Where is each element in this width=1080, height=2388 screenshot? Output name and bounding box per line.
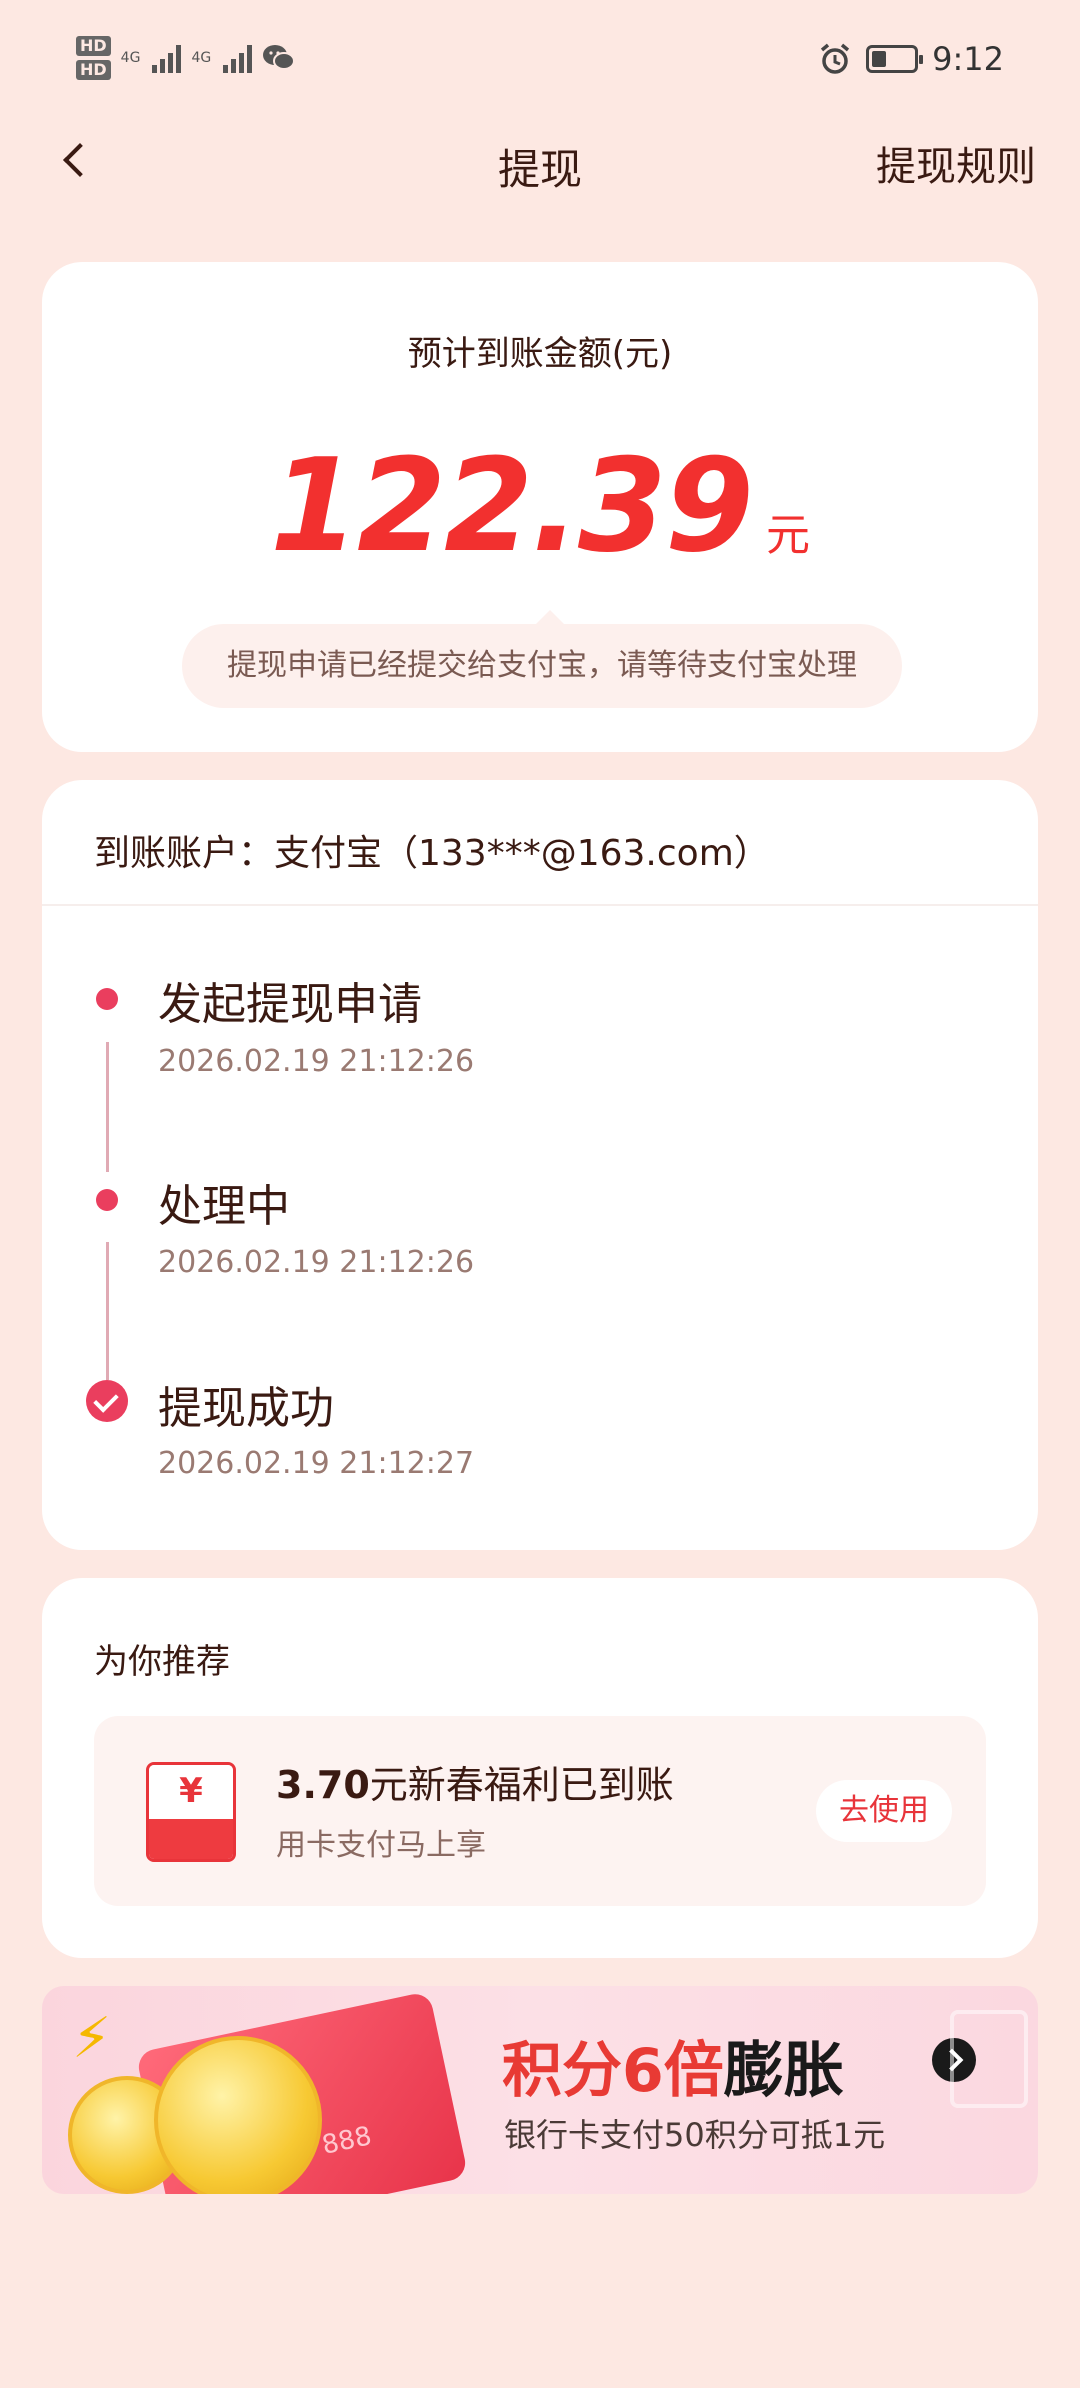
status-left: HD HD 4G 4G (76, 36, 296, 80)
amount-row: 122.39 元 (42, 432, 1038, 581)
recommend-item[interactable]: ¥ 3.70元新春福利已到账 用卡支付马上享 去使用 (94, 1716, 986, 1906)
amount-value: 122.39 (270, 432, 754, 581)
network-label-1: 4G (120, 50, 141, 66)
step-title: 处理中 (158, 1181, 290, 1232)
recommend-text: 3.70元新春福利已到账 (276, 1754, 674, 1809)
recommend-amount: 3.70 (276, 1763, 370, 1807)
recommend-title: 为你推荐 (94, 1642, 230, 1682)
banner-subtitle: 银行卡支付50积分可抵1元 (504, 2116, 886, 2154)
step-time: 2026.02.19 21:12:26 (158, 1245, 475, 1280)
network-label-2: 4G (191, 50, 212, 66)
success-check-icon (86, 1380, 128, 1422)
step-time: 2026.02.19 21:12:26 (158, 1044, 475, 1079)
recommend-card: 为你推荐 ¥ 3.70元新春福利已到账 用卡支付马上享 去使用 (42, 1578, 1038, 1958)
alarm-icon (821, 43, 850, 74)
coin-icon (154, 2036, 322, 2194)
recommend-label: 元新春福利已到账 (369, 1763, 674, 1807)
timeline-line (106, 1242, 109, 1380)
step-title: 发起提现申请 (158, 979, 422, 1030)
signal-icon (223, 43, 253, 73)
signal-icon (152, 43, 182, 73)
step-time: 2026.02.19 21:12:27 (158, 1446, 475, 1481)
lightning-icon: ⚡ (72, 2006, 112, 2071)
fu-decoration-icon (950, 2010, 1028, 2108)
divider (42, 904, 1038, 906)
timeline-line (106, 1042, 109, 1172)
wechat-icon (263, 45, 296, 70)
battery-icon (866, 45, 924, 73)
amount-card: 预计到账金额(元) 122.39 元 提现申请已经提交给支付宝，请等待支付宝处理 (42, 262, 1038, 752)
status-bar: HD HD 4G 4G 9:12 (0, 0, 1080, 130)
banner-title: 积分6倍膨胀 (502, 2036, 844, 2106)
amount-unit: 元 (765, 510, 810, 561)
status-right: 9:12 (818, 40, 1004, 78)
progress-card: 到账账户：支付宝（133***@163.com） 发起提现申请 2026.02.… (42, 780, 1038, 1550)
step-dot (96, 988, 118, 1010)
red-envelope-icon: ¥ (146, 1762, 236, 1862)
account-info: 到账账户：支付宝（133***@163.com） (94, 833, 770, 874)
nav-bar: 提现 提现规则 (0, 120, 1080, 200)
use-button[interactable]: 去使用 (816, 1780, 952, 1842)
clock: 9:12 (932, 40, 1004, 78)
status-tip: 提现申请已经提交给支付宝，请等待支付宝处理 (182, 610, 902, 708)
hd1-badge: HD (76, 36, 111, 56)
withdraw-rules-link[interactable]: 提现规则 (876, 134, 1036, 192)
step-title: 提现成功 (158, 1383, 334, 1434)
step-dot (96, 1189, 118, 1211)
amount-label: 预计到账金额(元) (407, 334, 673, 374)
recommend-subtitle: 用卡支付马上享 (276, 1828, 486, 1863)
promo-banner[interactable]: 888 ⚡ 积分6倍膨胀 银行卡支付50积分可抵1元 (42, 1986, 1038, 2194)
hd-indicator: HD HD (76, 36, 111, 80)
hd2-badge: HD (76, 60, 111, 80)
